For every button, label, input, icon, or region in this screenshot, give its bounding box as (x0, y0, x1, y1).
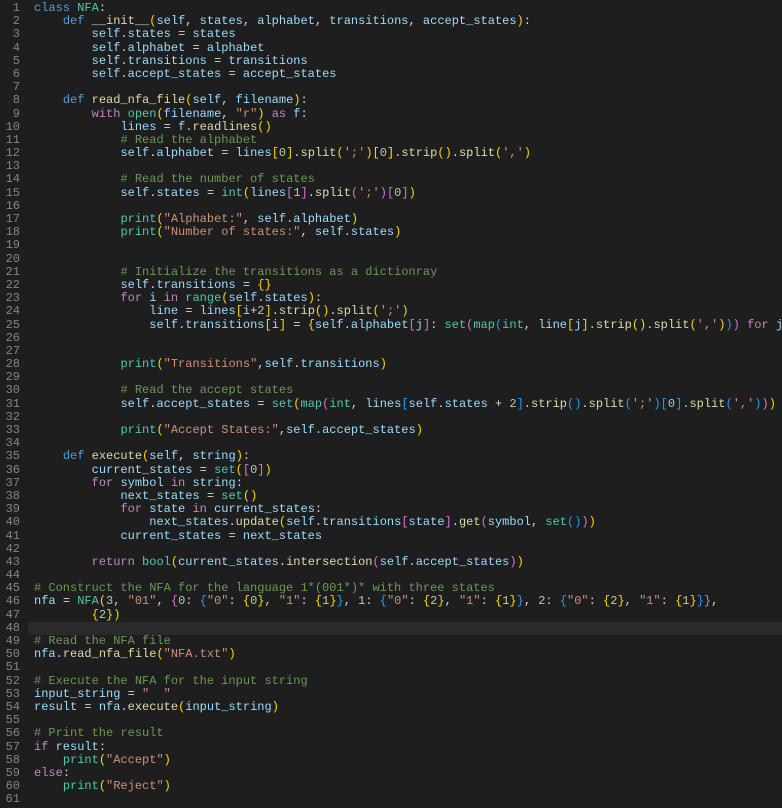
line-number: 37 (4, 477, 20, 490)
line-number: 15 (4, 187, 20, 200)
code-line[interactable] (28, 332, 782, 345)
code-line[interactable]: self.accept_states = set(map(int, lines[… (28, 398, 782, 411)
code-line[interactable]: self.states = int(lines[1].split(';')[0]… (28, 187, 782, 200)
line-number: 25 (4, 319, 20, 332)
line-number: 20 (4, 253, 20, 266)
code-line[interactable]: print("Number of states:", self.states) (28, 226, 782, 239)
line-number: 14 (4, 173, 20, 186)
code-line[interactable] (28, 793, 782, 806)
line-number: 10 (4, 121, 20, 134)
line-number-gutter: 1234567891011121314151617181920212223242… (0, 0, 28, 808)
code-line[interactable]: print("Accept States:",self.accept_state… (28, 424, 782, 437)
line-number: 8 (4, 94, 20, 107)
line-number: 3 (4, 28, 20, 41)
code-line[interactable]: {2}) (28, 609, 782, 622)
line-number: 58 (4, 754, 20, 767)
line-number: 52 (4, 675, 20, 688)
code-line[interactable]: print("Reject") (28, 780, 782, 793)
line-number: 46 (4, 595, 20, 608)
line-number: 31 (4, 398, 20, 411)
line-number: 57 (4, 741, 20, 754)
line-number: 9 (4, 108, 20, 121)
line-number: 41 (4, 530, 20, 543)
line-number: 5 (4, 55, 20, 68)
code-editor[interactable]: 1234567891011121314151617181920212223242… (0, 0, 782, 808)
code-line[interactable]: self.alphabet = lines[0].split(';')[0].s… (28, 147, 782, 160)
line-number: 61 (4, 793, 20, 806)
code-line[interactable]: result = nfa.execute(input_string) (28, 701, 782, 714)
line-number: 53 (4, 688, 20, 701)
code-line[interactable]: self.accept_states = accept_states (28, 68, 782, 81)
code-line[interactable]: nfa = NFA(3, "01", {0: {"0": {0}, "1": {… (28, 595, 782, 608)
code-area[interactable]: class NFA: def __init__(self, states, al… (28, 0, 782, 808)
line-number: 35 (4, 450, 20, 463)
code-line[interactable] (28, 239, 782, 252)
line-number: 36 (4, 464, 20, 477)
line-number: 21 (4, 266, 20, 279)
code-line[interactable]: current_states = next_states (28, 530, 782, 543)
line-number: 4 (4, 42, 20, 55)
line-number: 40 (4, 516, 20, 529)
code-line[interactable]: self.transitions[i] = {self.alphabet[j]:… (28, 319, 782, 332)
code-line[interactable]: print("Accept") (28, 754, 782, 767)
code-line[interactable]: nfa.read_nfa_file("NFA.txt") (28, 648, 782, 661)
line-number: 42 (4, 543, 20, 556)
code-line[interactable]: return bool(current_states.intersection(… (28, 556, 782, 569)
line-number: 30 (4, 384, 20, 397)
line-number: 26 (4, 332, 20, 345)
line-number: 56 (4, 727, 20, 740)
code-line[interactable]: # Print the result (28, 727, 782, 740)
line-number: 47 (4, 609, 20, 622)
line-number: 19 (4, 239, 20, 252)
line-number: 24 (4, 305, 20, 318)
code-line[interactable]: print("Transitions",self.transitions) (28, 358, 782, 371)
line-number: 51 (4, 661, 20, 674)
